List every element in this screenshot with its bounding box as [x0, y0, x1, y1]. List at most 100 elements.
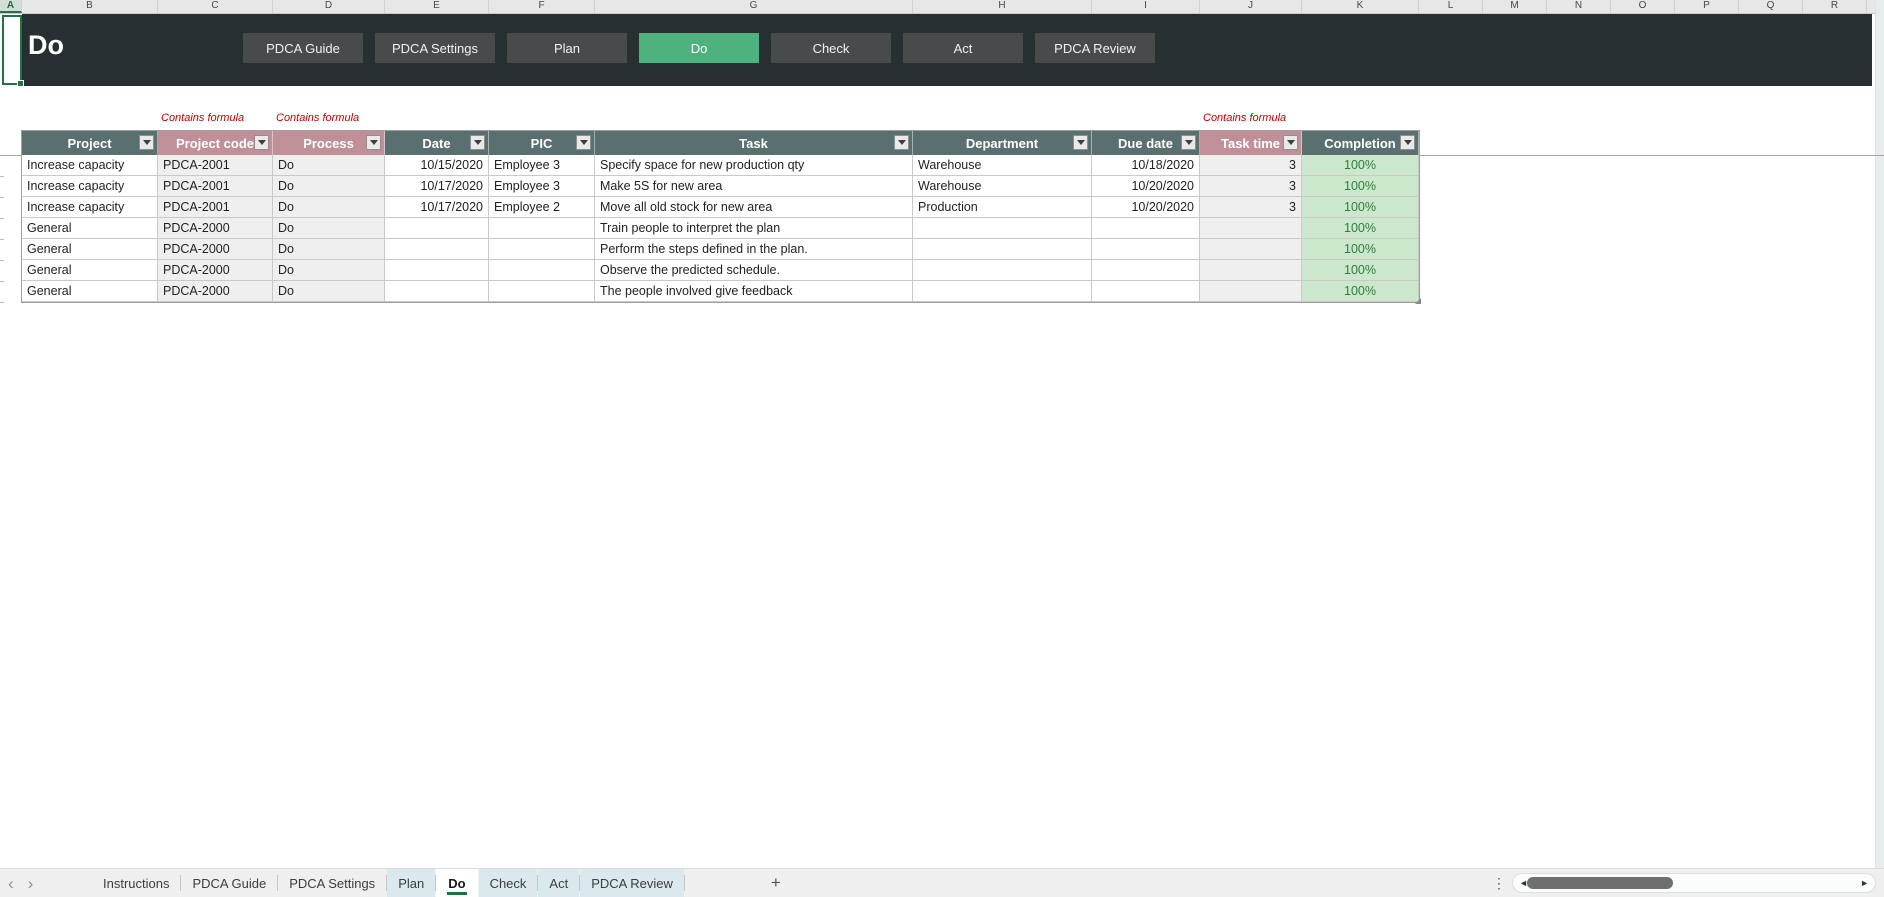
sheet-tab-do[interactable]: Do — [436, 869, 477, 897]
column-header-a[interactable]: A — [0, 0, 22, 13]
column-header-c[interactable]: C — [158, 0, 273, 13]
cell-process[interactable]: Do — [273, 218, 385, 239]
selected-cell-a1[interactable] — [2, 15, 22, 85]
cell-department[interactable] — [913, 260, 1092, 281]
cell-completion[interactable]: 100% — [1302, 260, 1419, 281]
cell-task-time[interactable] — [1200, 281, 1302, 302]
cell-process[interactable]: Do — [273, 155, 385, 176]
filter-dropdown-icon[interactable] — [470, 135, 485, 150]
column-header-n[interactable]: N — [1547, 0, 1611, 13]
column-header-l[interactable]: L — [1419, 0, 1483, 13]
column-header-task[interactable]: Task — [595, 131, 913, 155]
column-header-p[interactable]: P — [1675, 0, 1739, 13]
sheet-tab-pdca-guide[interactable]: PDCA Guide — [181, 869, 277, 897]
cell-project-code[interactable]: PDCA-2000 — [158, 281, 273, 302]
column-header-k[interactable]: K — [1302, 0, 1419, 13]
cell-project-code[interactable]: PDCA-2000 — [158, 260, 273, 281]
cell-pic[interactable] — [489, 239, 595, 260]
sheet-tab-instructions[interactable]: Instructions — [92, 869, 180, 897]
cell-task[interactable]: Observe the predicted schedule. — [595, 260, 913, 281]
column-header-g[interactable]: G — [595, 0, 913, 13]
cell-department[interactable] — [913, 281, 1092, 302]
cell-date[interactable]: 10/17/2020 — [385, 197, 489, 218]
cell-project-code[interactable]: PDCA-2000 — [158, 239, 273, 260]
cell-due-date[interactable] — [1092, 239, 1200, 260]
cell-date[interactable] — [385, 218, 489, 239]
cell-task[interactable]: Move all old stock for new area — [595, 197, 913, 218]
cell-date[interactable] — [385, 281, 489, 302]
cell-department[interactable] — [913, 218, 1092, 239]
cell-due-date[interactable]: 10/20/2020 — [1092, 176, 1200, 197]
cell-project-code[interactable]: PDCA-2001 — [158, 155, 273, 176]
column-header-m[interactable]: M — [1483, 0, 1547, 13]
cell-project[interactable]: Increase capacity — [22, 176, 158, 197]
horizontal-scrollbar-thumb[interactable] — [1527, 877, 1673, 889]
cell-pic[interactable]: Employee 2 — [489, 197, 595, 218]
cell-project[interactable]: General — [22, 260, 158, 281]
scroll-right-icon[interactable]: ► — [1860, 878, 1869, 888]
cell-due-date[interactable] — [1092, 260, 1200, 281]
column-header-h[interactable]: H — [913, 0, 1092, 13]
column-header-d[interactable]: D — [273, 0, 385, 13]
cell-completion[interactable]: 100% — [1302, 218, 1419, 239]
prev-sheet-icon[interactable]: ‹ — [8, 875, 14, 892]
selection-fill-handle[interactable] — [17, 80, 24, 87]
add-sheet-button[interactable]: + — [763, 869, 789, 897]
column-header-o[interactable]: O — [1611, 0, 1675, 13]
cell-pic[interactable] — [489, 218, 595, 239]
cell-due-date[interactable]: 10/20/2020 — [1092, 197, 1200, 218]
column-header-b[interactable]: B — [22, 0, 158, 13]
cell-task-time[interactable]: 3 — [1200, 176, 1302, 197]
cell-task-time[interactable]: 3 — [1200, 197, 1302, 218]
next-sheet-icon[interactable]: › — [28, 875, 34, 892]
nav-button-pdca-review[interactable]: PDCA Review — [1035, 33, 1155, 63]
filter-dropdown-icon[interactable] — [1181, 135, 1196, 150]
cell-completion[interactable]: 100% — [1302, 239, 1419, 260]
column-header-due-date[interactable]: Due date — [1092, 131, 1200, 155]
filter-dropdown-icon[interactable] — [894, 135, 909, 150]
cell-project[interactable]: General — [22, 281, 158, 302]
column-header-e[interactable]: E — [385, 0, 489, 13]
cell-task-time[interactable] — [1200, 218, 1302, 239]
filter-dropdown-icon[interactable] — [1073, 135, 1088, 150]
column-header-r[interactable]: R — [1803, 0, 1867, 13]
column-header-project-code[interactable]: Project code — [158, 131, 273, 155]
sheet-tab-pdca-review[interactable]: PDCA Review — [580, 869, 684, 897]
cell-completion[interactable]: 100% — [1302, 176, 1419, 197]
cell-pic[interactable]: Employee 3 — [489, 176, 595, 197]
column-header-task-time[interactable]: Task time — [1200, 131, 1302, 155]
nav-button-check[interactable]: Check — [771, 33, 891, 63]
cell-project-code[interactable]: PDCA-2000 — [158, 218, 273, 239]
cell-due-date[interactable] — [1092, 281, 1200, 302]
column-header-f[interactable]: F — [489, 0, 595, 13]
cell-date[interactable] — [385, 260, 489, 281]
cell-process[interactable]: Do — [273, 197, 385, 218]
nav-button-act[interactable]: Act — [903, 33, 1023, 63]
cell-task[interactable]: The people involved give feedback — [595, 281, 913, 302]
filter-dropdown-icon[interactable] — [254, 135, 269, 150]
table-resize-handle[interactable] — [1415, 298, 1421, 304]
vertical-scrollbar[interactable] — [1875, 0, 1884, 868]
filter-dropdown-icon[interactable] — [366, 135, 381, 150]
filter-dropdown-icon[interactable] — [576, 135, 591, 150]
cell-task[interactable]: Specify space for new production qty — [595, 155, 913, 176]
cell-process[interactable]: Do — [273, 176, 385, 197]
nav-button-pdca-settings[interactable]: PDCA Settings — [375, 33, 495, 63]
filter-dropdown-icon[interactable] — [1283, 135, 1298, 150]
sheet-tab-check[interactable]: Check — [479, 869, 538, 897]
nav-button-do[interactable]: Do — [639, 33, 759, 63]
sheet-tab-act[interactable]: Act — [538, 869, 579, 897]
filter-dropdown-icon[interactable] — [139, 135, 154, 150]
column-header-i[interactable]: I — [1092, 0, 1200, 13]
column-header-department[interactable]: Department — [913, 131, 1092, 155]
cell-date[interactable]: 10/17/2020 — [385, 176, 489, 197]
cell-project-code[interactable]: PDCA-2001 — [158, 176, 273, 197]
cell-project-code[interactable]: PDCA-2001 — [158, 197, 273, 218]
cell-project[interactable]: General — [22, 239, 158, 260]
cell-task[interactable]: Train people to interpret the plan — [595, 218, 913, 239]
cell-task-time[interactable]: 3 — [1200, 155, 1302, 176]
cell-completion[interactable]: 100% — [1302, 281, 1419, 302]
cell-pic[interactable] — [489, 281, 595, 302]
cell-project[interactable]: Increase capacity — [22, 155, 158, 176]
cell-completion[interactable]: 100% — [1302, 155, 1419, 176]
